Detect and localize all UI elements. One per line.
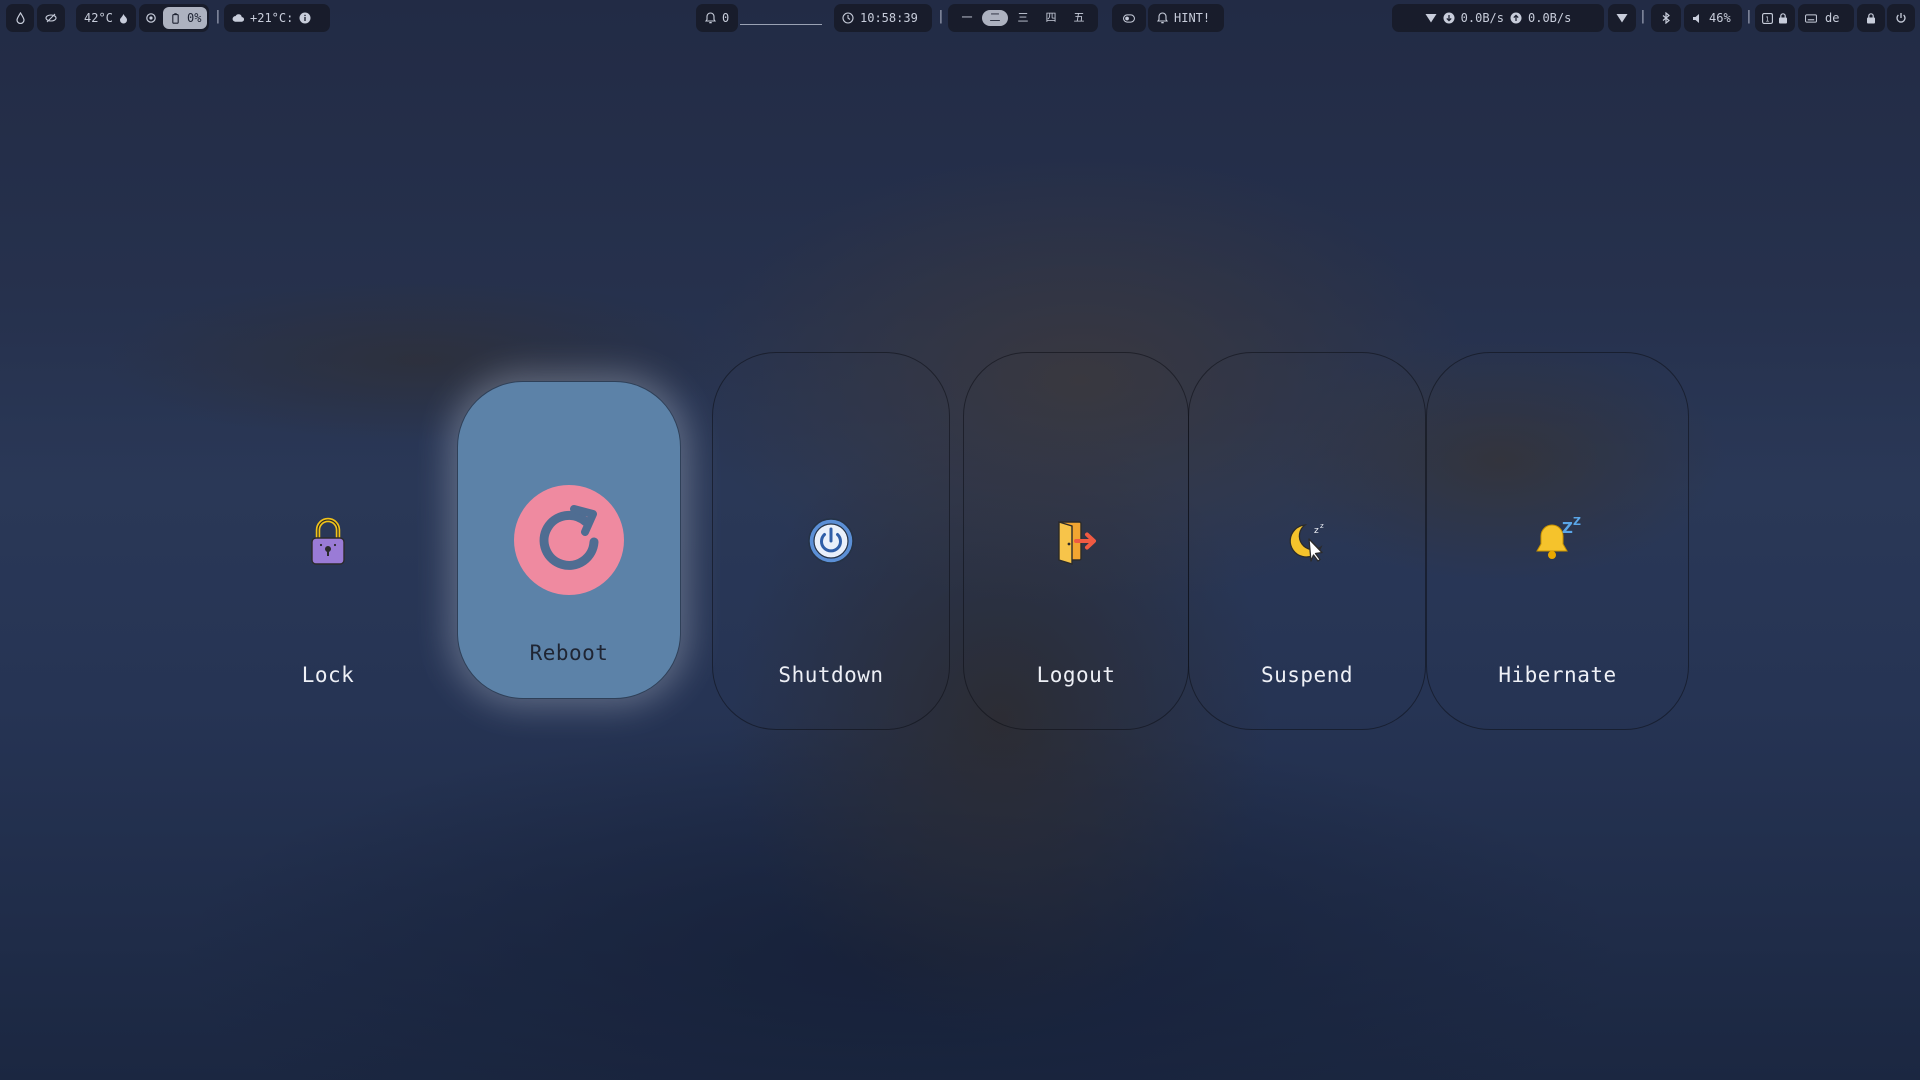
lock-label: Lock <box>301 663 355 687</box>
svg-text:Z: Z <box>1573 515 1581 528</box>
reboot-icon <box>513 484 625 596</box>
svg-text:z: z <box>1320 522 1324 530</box>
suspend-option[interactable]: z z Suspend <box>1188 352 1426 730</box>
suspend-label: Suspend <box>1260 663 1353 687</box>
svg-text:z: z <box>1314 526 1319 536</box>
reboot-label: Reboot <box>529 641 609 665</box>
svg-text:Z: Z <box>1562 519 1573 537</box>
lock-option[interactable]: Lock <box>209 352 447 730</box>
shutdown-label: Shutdown <box>778 663 884 687</box>
shutdown-option[interactable]: Shutdown <box>712 352 950 730</box>
logout-label: Logout <box>1036 663 1116 687</box>
moon-sleep-icon: z z <box>1279 513 1335 569</box>
hibernate-option[interactable]: Z Z Hibernate <box>1426 352 1689 730</box>
power-icon <box>803 513 859 569</box>
reboot-option[interactable]: Reboot <box>457 381 681 699</box>
logout-option[interactable]: Logout <box>963 352 1189 730</box>
bell-zzz-icon: Z Z <box>1530 513 1586 569</box>
lock-icon <box>300 513 356 569</box>
logout-door-icon <box>1048 513 1104 569</box>
power-menu: Lock Reboot Shutdown Logout z z Suspend … <box>0 0 1920 1080</box>
hibernate-label: Hibernate <box>1498 663 1617 687</box>
